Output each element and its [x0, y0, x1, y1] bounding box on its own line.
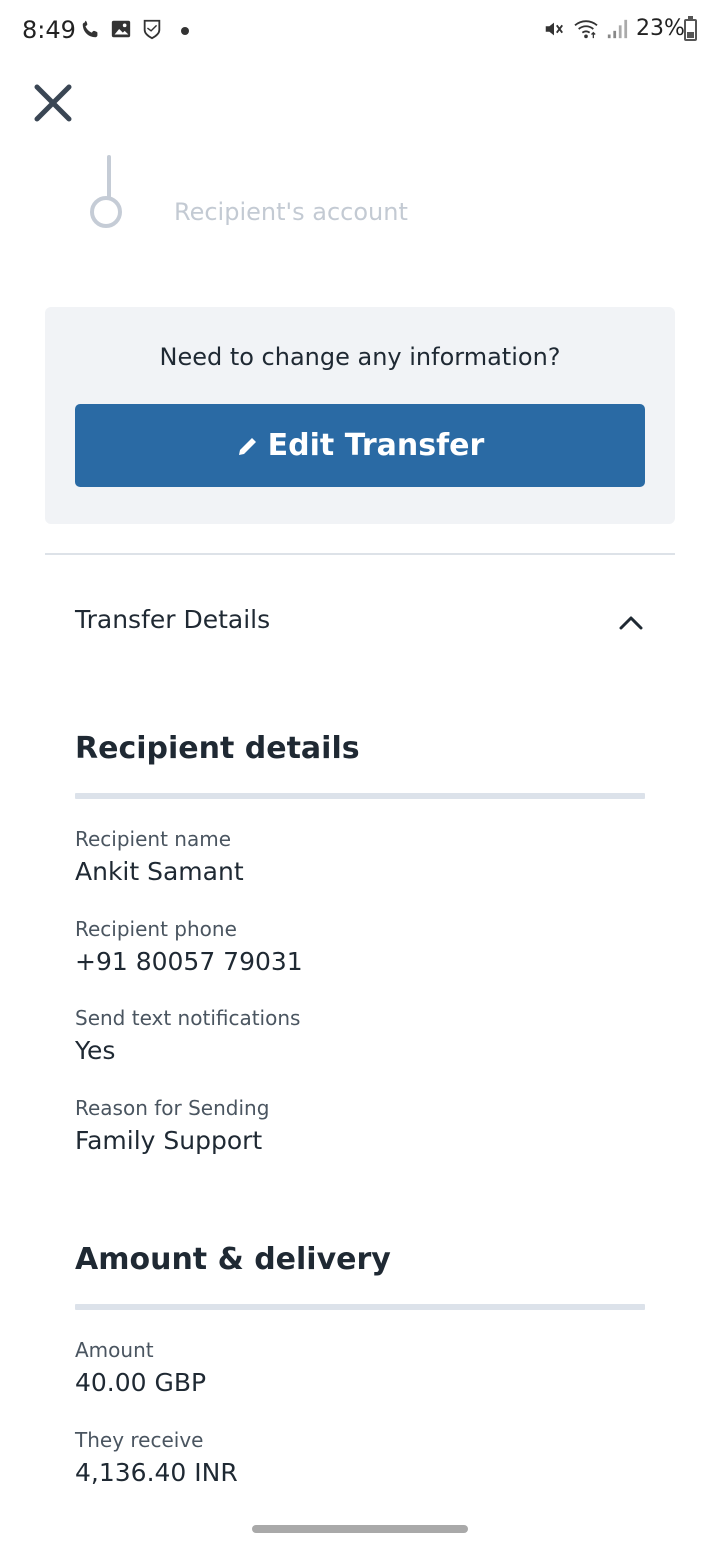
pencil-icon [238, 437, 256, 455]
progress-step-circle [90, 196, 122, 228]
phone-icon [82, 20, 98, 38]
change-info-panel: Need to change any information? Edit Tra… [45, 307, 675, 524]
text-notifications-value: Yes [75, 1036, 116, 1065]
mute-icon [545, 22, 563, 36]
shield-icon [143, 19, 161, 40]
section-rule [75, 793, 645, 799]
status-bar: 8:49 23% [0, 0, 720, 62]
field-label: Recipient phone [75, 917, 237, 941]
field-label: Send text notifications [75, 1006, 301, 1030]
field-label: Reason for Sending [75, 1096, 270, 1120]
field-label: They receive [75, 1428, 204, 1452]
progress-step-line [107, 155, 111, 201]
notification-dot [181, 27, 189, 35]
battery-percent: 23% [636, 16, 685, 41]
transfer-details-title: Transfer Details [75, 605, 271, 634]
amount-value: 40.00 GBP [75, 1368, 207, 1397]
close-icon[interactable] [30, 80, 76, 126]
recipient-name-value: Ankit Samant [75, 857, 244, 886]
reason-value: Family Support [75, 1126, 263, 1155]
chevron-up-icon [619, 616, 643, 630]
they-receive-value: 4,136.40 INR [75, 1458, 238, 1487]
amount-delivery-heading: Amount & delivery [75, 1242, 391, 1277]
change-info-question: Need to change any information? [159, 343, 561, 371]
status-time: 8:49 [22, 16, 76, 44]
wifi-icon [574, 20, 598, 39]
battery-icon [684, 16, 697, 41]
recipient-phone-value: +91 80057 79031 [75, 947, 303, 976]
section-rule [75, 1304, 645, 1310]
signal-icon [607, 19, 628, 39]
field-label: Recipient name [75, 827, 232, 851]
home-indicator[interactable] [252, 1525, 468, 1533]
transfer-details-toggle[interactable]: Transfer Details [75, 603, 645, 643]
divider [45, 553, 675, 555]
progress-step-label: Recipient's account [174, 198, 408, 226]
edit-transfer-button[interactable]: Edit Transfer [75, 404, 645, 487]
field-label: Amount [75, 1338, 154, 1362]
image-icon [111, 20, 131, 38]
edit-transfer-label: Edit Transfer [267, 428, 485, 463]
recipient-details-heading: Recipient details [75, 731, 360, 766]
